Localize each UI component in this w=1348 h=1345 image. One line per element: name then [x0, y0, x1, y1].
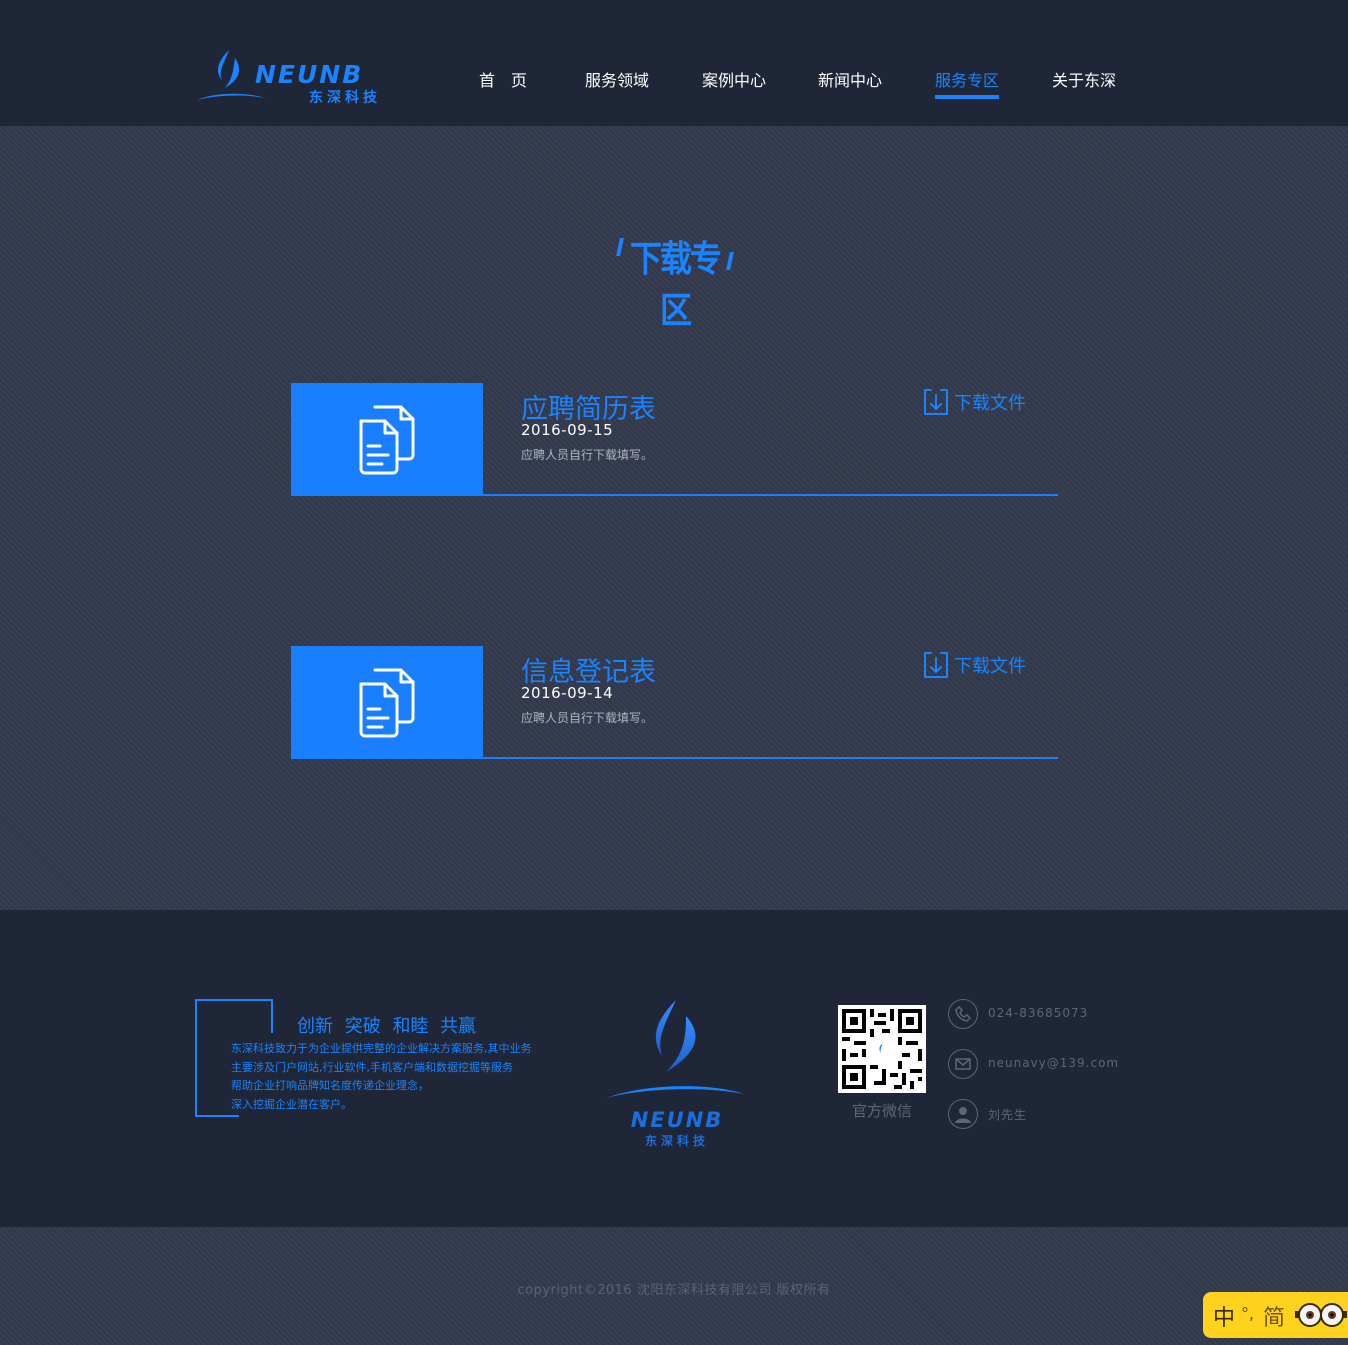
company-about: 东深科技致力于为企业提供完整的企业解决方案服务,其中业务 主要涉及门户网站,行业… — [231, 1040, 571, 1114]
download-file-label: 下载文件 — [954, 393, 1026, 414]
phone-icon — [948, 999, 978, 1029]
copyright-text: copyright©2016 沈阳东深科技有限公司 版权所有 — [517, 1283, 831, 1298]
nav-item-home[interactable]: 首 页 — [479, 70, 527, 92]
ime-language-toggle[interactable]: 中 — [1213, 1300, 1235, 1332]
nav-item-about[interactable]: 关于东深 — [1052, 70, 1116, 92]
download-card: 信息登记表 2016-09-14 应聘人员自行下载填写。 下载文件 — [291, 646, 1058, 759]
nav-item-service-zone[interactable]: 服务专区 — [935, 70, 1000, 99]
contact-person-text: 刘先生 — [988, 1108, 1028, 1122]
qr-code-icon — [838, 1005, 926, 1093]
ime-toolbar[interactable]: 中 °, 简 — [1203, 1292, 1348, 1338]
footer-brand-zh: 东深科技 — [644, 1134, 709, 1148]
copyright-bar: copyright©2016 沈阳东深科技有限公司 版权所有 — [0, 1227, 1348, 1345]
site-header: NEUNB 东深科技 首 页 服务领域 案例中心 新闻中心 服务专区 关于东深 — [0, 0, 1348, 126]
card-underline — [483, 494, 1058, 496]
download-icon — [924, 389, 948, 415]
main-nav: 首 页 服务领域 案例中心 新闻中心 服务专区 关于东深 — [0, 70, 1348, 100]
nav-item-cases[interactable]: 案例中心 — [702, 70, 766, 92]
mail-icon — [948, 1049, 978, 1079]
download-card: 应聘简历表 2016-09-15 应聘人员自行下载填写。 下载文件 — [291, 383, 1058, 496]
qr-label: 官方微信 — [851, 1102, 912, 1120]
contact-email-text[interactable]: neunavy@139.com — [988, 1056, 1119, 1070]
about-line: 东深科技致力于为企业提供完整的企业解决方案服务,其中业务 — [231, 1042, 532, 1055]
title-bracket-left — [616, 238, 624, 256]
nav-item-services[interactable]: 服务领域 — [585, 70, 649, 92]
title-bracket-right — [726, 252, 734, 270]
card-description: 应聘人员自行下载填写。 — [521, 448, 654, 462]
contact-phone-text[interactable]: 024-83685073 — [988, 1006, 1088, 1020]
ime-simplified-toggle[interactable]: 简 — [1263, 1300, 1285, 1332]
company-slogan: 创新 突破 和睦 共赢 — [297, 1016, 477, 1037]
footer-brand-en: NEUNB — [630, 1108, 724, 1132]
section-title: 下载专区 — [614, 234, 736, 331]
about-line: 主要涉及门户网站,行业软件,手机客户端和数据挖掘等服务 — [231, 1060, 513, 1074]
frame-left — [195, 999, 197, 1117]
footer-logo: NEUNB 东深科技 — [604, 998, 746, 1148]
card-underline — [483, 757, 1058, 759]
frame-right — [271, 999, 273, 1033]
document-icon — [359, 668, 415, 738]
main-content: 下载专区 应聘简历表 2016-09-15 应聘人员自行下载填写。 下载文件 信… — [0, 126, 1348, 910]
person-icon — [948, 1099, 978, 1129]
nav-item-news[interactable]: 新闻中心 — [818, 70, 882, 92]
frame-bottom — [195, 1115, 239, 1117]
section-title-text: 下载专区 — [629, 237, 722, 332]
ime-punctuation-toggle[interactable]: °, — [1241, 1304, 1254, 1323]
frame-top — [195, 999, 273, 1001]
about-line: 深入挖掘企业潜在客户。 — [231, 1097, 352, 1111]
download-icon — [924, 652, 948, 678]
card-date: 2016-09-14 — [521, 684, 614, 702]
card-description: 应聘人员自行下载填写。 — [521, 711, 654, 725]
wechat-qr-code — [838, 1005, 926, 1093]
card-thumbnail — [291, 646, 483, 759]
document-icon — [359, 405, 415, 475]
card-thumbnail — [291, 383, 483, 496]
download-file-label: 下载文件 — [954, 656, 1026, 677]
site-footer: 创新 突破 和睦 共赢 东深科技致力于为企业提供完整的企业解决方案服务,其中业务… — [0, 910, 1348, 1227]
about-line: 帮助企业打响品牌知名度传递企业理念， — [231, 1079, 429, 1092]
flame-logo-icon — [606, 1000, 744, 1098]
card-date: 2016-09-15 — [521, 421, 614, 439]
ime-mascot-eyes-icon — [1295, 1303, 1347, 1327]
